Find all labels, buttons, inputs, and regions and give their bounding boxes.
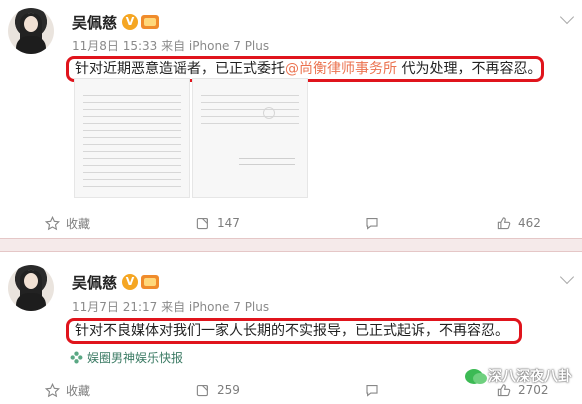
verified-icon: V (122, 14, 138, 30)
post-text-highlight: 针对不良媒体对我们一家人长期的不实报导，已正式起诉，不再容忍。 (66, 318, 522, 344)
like-button[interactable]: 462 (496, 211, 541, 235)
repost-button[interactable]: 259 (195, 378, 240, 402)
post-meta: 11月7日 21:17 来自 iPhone 7 Plus (72, 300, 270, 314)
post-text-tail: 代为处理，不再容忍。 (397, 61, 542, 77)
document-image[interactable] (74, 78, 190, 198)
weibo-post: 吴佩慈 V 11月8日 15:33 来自 iPhone 7 Plus 针对近期恶… (0, 0, 582, 238)
star-icon (45, 215, 60, 230)
action-bar: 收藏 147 462 (0, 211, 582, 235)
post-text: 针对不良媒体对我们一家人长期的不实报导，已正式起诉，不再容忍。 (75, 323, 509, 339)
favorite-button[interactable]: 收藏 (45, 378, 90, 402)
repost-icon (196, 217, 208, 229)
favorite-label: 收藏 (66, 383, 91, 398)
avatar[interactable] (8, 265, 54, 311)
comment-button[interactable] (364, 378, 380, 402)
vip-badge-icon[interactable] (141, 15, 159, 29)
thumbs-up-icon (497, 216, 511, 229)
post-meta: 11月8日 15:33 来自 iPhone 7 Plus (72, 39, 270, 53)
star-icon (45, 382, 60, 397)
source-link[interactable]: 娱圈男神娱乐快报 (70, 349, 183, 366)
avatar[interactable] (8, 8, 54, 54)
watermark: 深八深夜八卦 (465, 366, 572, 386)
post-text: 针对近期恶意造谣者，已正式委托 (75, 61, 285, 77)
post-divider (0, 238, 582, 252)
verified-icon: V (122, 274, 138, 290)
favorite-button[interactable]: 收藏 (45, 211, 90, 235)
chevron-down-icon[interactable] (559, 9, 575, 25)
chevron-down-icon[interactable] (559, 269, 575, 285)
favorite-label: 收藏 (66, 216, 91, 231)
watermark-text: 深八深夜八卦 (488, 369, 572, 385)
vip-badge-icon[interactable] (141, 275, 159, 289)
flower-icon (70, 351, 83, 364)
repost-icon (196, 384, 208, 396)
mention-link[interactable]: @尚衡律师事务所 (285, 61, 397, 77)
repost-count: 147 (217, 216, 240, 230)
comment-icon (366, 384, 378, 397)
comment-icon (366, 217, 378, 230)
comment-button[interactable] (364, 211, 380, 235)
repost-count: 259 (217, 383, 240, 397)
wechat-icon (465, 368, 487, 384)
repost-button[interactable]: 147 (195, 211, 240, 235)
author-name[interactable]: 吴佩慈 (72, 12, 117, 33)
document-image[interactable] (192, 78, 308, 198)
like-count: 462 (518, 216, 541, 230)
source-label: 娱圈男神娱乐快报 (87, 351, 184, 365)
author-name[interactable]: 吴佩慈 (72, 272, 117, 293)
